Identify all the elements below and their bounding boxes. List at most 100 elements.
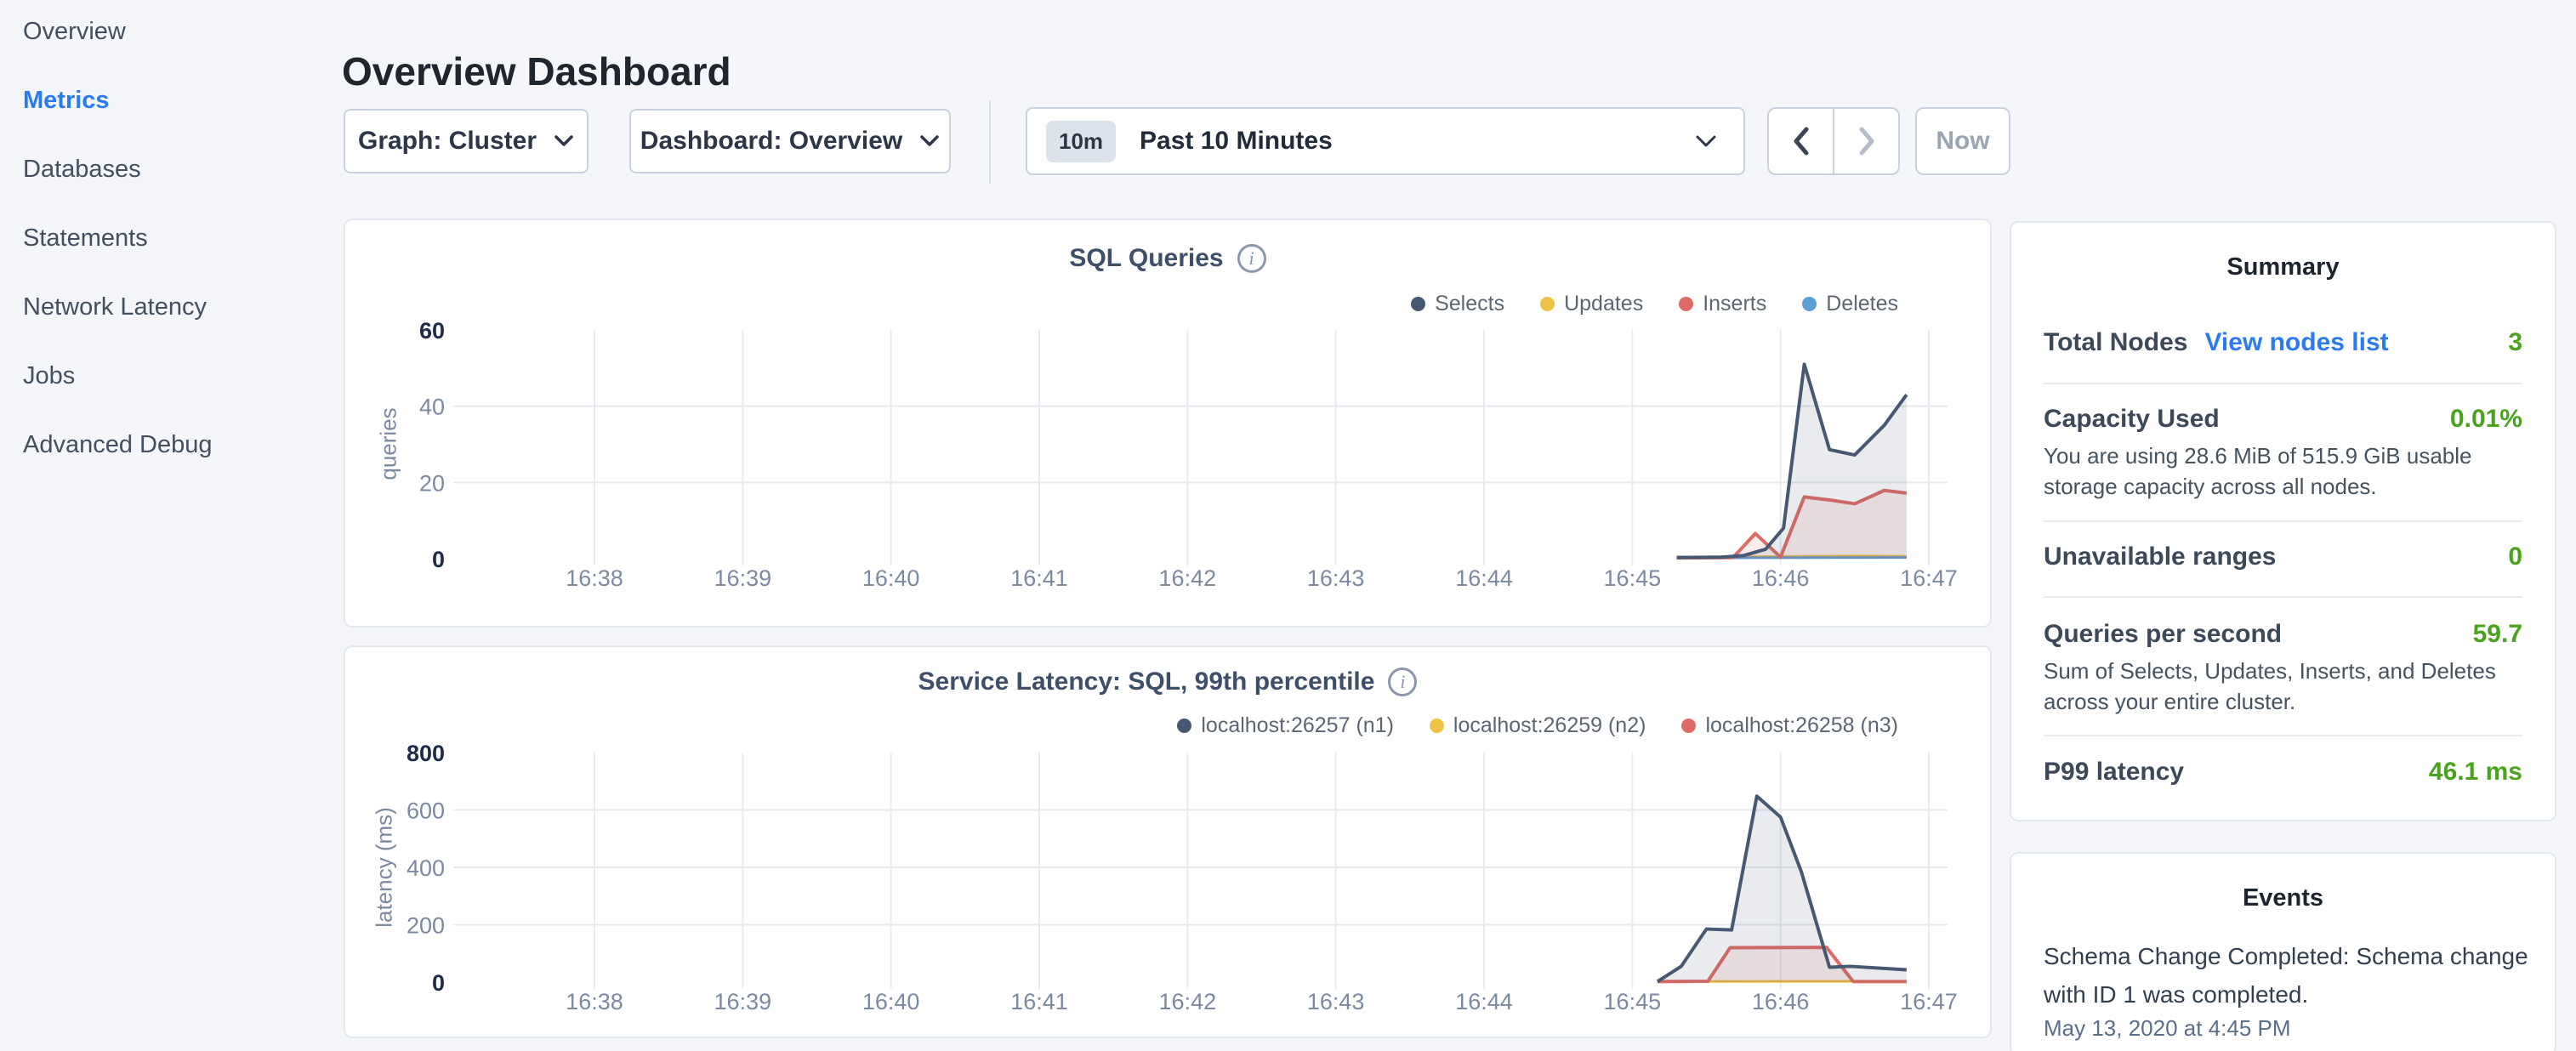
y-axis-label: latency (ms) [372,807,398,928]
controls-divider [989,100,991,184]
sidebar-item-databases[interactable]: Databases [23,135,329,204]
chevron-down-icon [919,134,940,148]
dashboard-dropdown[interactable]: Dashboard: Overview [629,109,951,173]
summary-row-unavailable-ranges: Unavailable ranges 0 [2044,543,2522,571]
legend-dot-icon [1177,719,1191,733]
svg-text:16:40: 16:40 [862,565,920,591]
info-icon[interactable]: i [1237,244,1266,273]
sidebar-item-jobs[interactable]: Jobs [23,342,329,411]
svg-text:400: 400 [407,855,445,881]
summary-row-value: 59.7 [2473,620,2522,649]
svg-text:16:42: 16:42 [1159,989,1217,1014]
service-latency-chart: 16:38 16:39 16:40 16:41 16:42 16:43 16:44 16:45… [345,647,1990,1037]
legend-item: Updates [1540,292,1643,316]
svg-text:16:42: 16:42 [1159,565,1217,591]
summary-row-capacity-used: Capacity Used 0.01% [2044,405,2522,434]
page-title: Overview Dashboard [342,48,731,94]
divider [2044,735,2522,736]
svg-text:16:44: 16:44 [1455,565,1513,591]
svg-text:60: 60 [419,318,445,344]
divider [2044,383,2522,384]
dashboard-dropdown-label: Dashboard: Overview [640,127,902,156]
svg-text:0: 0 [432,970,445,996]
app-root: Overview Metrics Databases Statements Ne… [0,0,2576,1051]
divider [2044,520,2522,522]
legend-label: Selects [1435,292,1504,316]
summary-row-description: Sum of Selects, Updates, Inserts, and De… [2044,656,2526,717]
svg-text:16:40: 16:40 [862,989,920,1014]
sidebar-item-overview[interactable]: Overview [23,0,329,66]
chevron-left-icon [1792,126,1811,156]
chevron-right-icon [1857,126,1876,156]
svg-text:16:38: 16:38 [566,989,623,1014]
view-nodes-list-link[interactable]: View nodes list [2204,328,2388,357]
svg-text:16:39: 16:39 [714,565,772,591]
prev-time-button[interactable] [1769,109,1833,173]
sidebar-item-network-latency[interactable]: Network Latency [23,273,329,342]
summary-title: Summary [2011,253,2555,281]
sidebar-item-metrics[interactable]: Metrics [23,66,329,135]
legend-dot-icon [1411,297,1425,311]
svg-text:16:44: 16:44 [1455,989,1513,1014]
sidebar: Overview Metrics Databases Statements Ne… [23,0,329,480]
time-range-badge: 10m [1046,121,1116,162]
time-pager [1767,107,1900,175]
chart-title: SQL Queries [1069,244,1223,273]
summary-row-value: 0.01% [2450,405,2522,434]
summary-row-description: You are using 28.6 MiB of 515.9 GiB usab… [2044,440,2526,502]
legend-dot-icon [1540,297,1555,311]
legend-label: localhost:26257 (n1) [1201,713,1394,738]
divider [2044,596,2522,598]
svg-text:16:41: 16:41 [1010,989,1068,1014]
svg-text:16:41: 16:41 [1010,565,1068,591]
chart-legend: Selects Updates Inserts Deletes [1411,292,1898,316]
summary-row-label: P99 latency [2044,758,2184,787]
svg-text:16:46: 16:46 [1752,565,1810,591]
legend-label: localhost:26259 (n2) [1453,713,1646,738]
legend-item: Inserts [1679,292,1766,316]
sql-queries-card: 16:3816:3916:4016:4116:4216:4316:4416:45… [344,219,1992,628]
info-icon[interactable]: i [1388,668,1417,696]
events-title: Events [2011,884,2555,912]
chevron-down-icon [554,134,574,148]
event-message[interactable]: Schema Change Completed: Schema change w… [2044,937,2531,1014]
events-panel: Events Schema Change Completed: Schema c… [2010,852,2556,1051]
legend-item: localhost:26257 (n1) [1177,713,1394,738]
chevron-down-icon [1694,134,1718,149]
legend-dot-icon [1681,719,1696,733]
svg-text:200: 200 [407,913,445,939]
time-range-select[interactable]: 10m Past 10 Minutes [1026,107,1745,175]
legend-dot-icon [1802,297,1817,311]
svg-text:40: 40 [419,395,445,420]
summary-row-queries-per-second: Queries per second 59.7 [2044,620,2522,649]
summary-row-label: Queries per second [2044,620,2282,649]
summary-row-value: 3 [2508,328,2522,357]
svg-text:800: 800 [407,741,445,766]
now-button[interactable]: Now [1915,107,2010,175]
sidebar-item-statements[interactable]: Statements [23,204,329,273]
graph-dropdown-label: Graph: Cluster [358,127,537,156]
next-time-button[interactable] [1834,109,1898,173]
svg-text:16:46: 16:46 [1752,989,1810,1014]
chart-title: Service Latency: SQL, 99th percentile [918,668,1375,696]
event-timestamp: May 13, 2020 at 4:45 PM [2044,1015,2531,1042]
summary-row-total-nodes: Total Nodes View nodes list 3 [2044,328,2522,357]
legend-item: localhost:26259 (n2) [1430,713,1646,738]
time-range-label: Past 10 Minutes [1140,127,1333,156]
svg-text:16:43: 16:43 [1307,989,1365,1014]
svg-text:16:39: 16:39 [714,989,772,1014]
graph-dropdown[interactable]: Graph: Cluster [344,109,589,173]
svg-text:16:47: 16:47 [1900,565,1958,591]
summary-row-label: Total Nodes [2044,328,2187,357]
sidebar-item-advanced-debug[interactable]: Advanced Debug [23,411,329,480]
legend-label: localhost:26258 (n3) [1705,713,1898,738]
legend-item: Deletes [1802,292,1898,316]
svg-text:16:45: 16:45 [1604,989,1662,1014]
legend-item: Selects [1411,292,1504,316]
summary-row-value: 0 [2508,543,2522,571]
legend-label: Updates [1564,292,1643,316]
legend-dot-icon [1430,719,1444,733]
legend-dot-icon [1679,297,1693,311]
summary-panel: Summary Total Nodes View nodes list 3 Ca… [2010,221,2556,821]
sql-queries-chart: 16:3816:3916:4016:4116:4216:4316:4416:45… [345,220,1990,626]
